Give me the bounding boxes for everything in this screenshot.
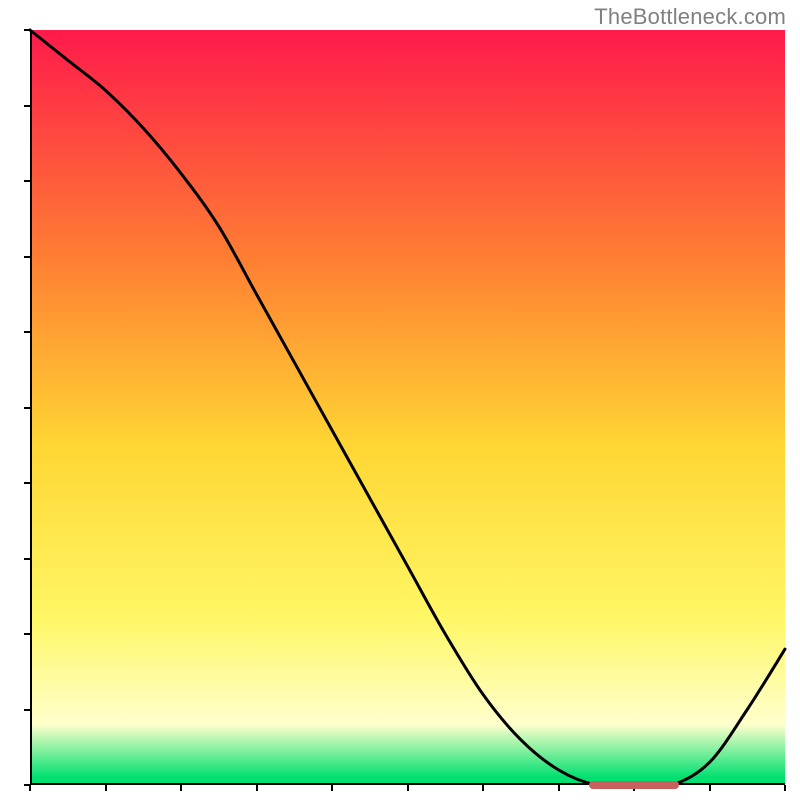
axis-tick [24, 633, 30, 635]
axis-tick [24, 407, 30, 409]
axis-tick [407, 785, 409, 791]
axis-tick [709, 785, 711, 791]
axis-tick [24, 482, 30, 484]
axis-tick [256, 785, 258, 791]
axis-tick [105, 785, 107, 791]
axis-tick [24, 180, 30, 182]
axis-tick [784, 785, 786, 791]
axis-tick [24, 256, 30, 258]
chart-optimal-range-marker [589, 781, 680, 789]
chart-curve [30, 30, 785, 785]
axis-tick [558, 785, 560, 791]
watermark-text: TheBottleneck.com [594, 4, 786, 30]
axis-tick [24, 709, 30, 711]
axis-tick [24, 29, 30, 31]
y-axis-line [30, 30, 32, 785]
chart-plot-area [30, 30, 785, 785]
axis-tick [24, 331, 30, 333]
axis-tick [331, 785, 333, 791]
axis-tick [24, 784, 30, 786]
axis-tick [24, 558, 30, 560]
axis-tick [180, 785, 182, 791]
axis-tick [482, 785, 484, 791]
axis-tick [24, 105, 30, 107]
